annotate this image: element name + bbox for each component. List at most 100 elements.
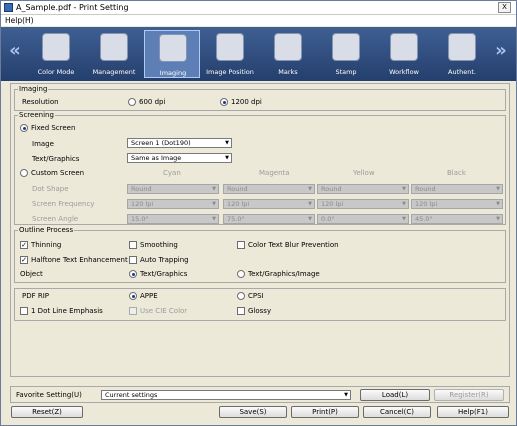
stamp-icon bbox=[332, 33, 360, 61]
screen-setting-value: 45.0° bbox=[415, 215, 433, 223]
screen-setting-select: 120 lpi ▼ bbox=[223, 199, 315, 209]
resolution-1200-label: 1200 dpi bbox=[231, 98, 262, 106]
resolution-1200-radio[interactable] bbox=[220, 98, 228, 106]
authentication-icon bbox=[448, 33, 476, 61]
tab-image-position[interactable]: Image Position bbox=[202, 30, 258, 78]
tab-color-mode[interactable]: Color Mode bbox=[28, 30, 84, 78]
scroll-left-icon[interactable]: « bbox=[9, 41, 21, 61]
object-text-graphics-image-label: Text/Graphics/Image bbox=[248, 270, 320, 278]
outline-process-group: Outline Process ✓ Thinning Smoothing Col… bbox=[14, 226, 506, 283]
screen-setting-select: 45.0° ▼ bbox=[411, 214, 503, 224]
imaging-icon bbox=[159, 34, 187, 62]
management-icon bbox=[100, 33, 128, 61]
screen-setting-value: 75.0° bbox=[227, 215, 245, 223]
pdf-rip-cpsi-radio[interactable] bbox=[237, 292, 245, 300]
screen-setting-value: Round bbox=[131, 185, 152, 193]
screen-setting-value: 120 lpi bbox=[321, 200, 344, 208]
tab-label: Authent. bbox=[448, 68, 476, 76]
fixed-screen-radio[interactable] bbox=[20, 124, 28, 132]
resolution-600-radio[interactable] bbox=[128, 98, 136, 106]
screening-group-title: Screening bbox=[18, 111, 55, 119]
cancel-button[interactable]: Cancel(C) bbox=[363, 406, 431, 418]
object-text-graphics-image-radio[interactable] bbox=[237, 270, 245, 278]
screen-setting-select: Round ▼ bbox=[223, 184, 315, 194]
chevron-down-icon: ▼ bbox=[212, 186, 216, 192]
save-button[interactable]: Save(S) bbox=[219, 406, 287, 418]
image-screen-select[interactable]: Screen 1 (Dot190) ▼ bbox=[127, 138, 232, 148]
menu-bar: Help(H) bbox=[1, 15, 516, 26]
color-mode-icon bbox=[42, 33, 70, 61]
reset-button[interactable]: Reset(Z) bbox=[11, 406, 83, 418]
settings-panel: Imaging Resolution 600 dpi 1200 dpi Scre… bbox=[10, 83, 510, 377]
screen-row-label: Screen Frequency bbox=[32, 200, 95, 208]
screen-row-label: Dot Shape bbox=[32, 185, 69, 193]
column-header: Black bbox=[447, 169, 466, 177]
help-button[interactable]: Help(F1) bbox=[437, 406, 509, 418]
tab-label: Management bbox=[92, 68, 136, 76]
text-graphics-screen-select[interactable]: Same as Image ▼ bbox=[127, 153, 232, 163]
custom-screen-radio[interactable] bbox=[20, 169, 28, 177]
screen-setting-select: Round ▼ bbox=[317, 184, 409, 194]
screen-setting-select: 120 lpi ▼ bbox=[127, 199, 219, 209]
fixed-screen-label: Fixed Screen bbox=[31, 124, 76, 132]
thinning-checkbox[interactable]: ✓ bbox=[20, 241, 28, 249]
chevron-down-icon: ▼ bbox=[308, 216, 312, 222]
print-setting-window: A_Sample.pdf - Print Setting X Help(H) «… bbox=[0, 0, 517, 426]
screen-setting-value: Round bbox=[321, 185, 342, 193]
auto-trapping-label: Auto Trapping bbox=[140, 256, 189, 264]
pdf-rip-appe-radio[interactable] bbox=[129, 292, 137, 300]
screen-setting-select: 0.0° ▼ bbox=[317, 214, 409, 224]
screen-setting-value: 120 lpi bbox=[131, 200, 154, 208]
imaging-group-title: Imaging bbox=[18, 85, 49, 93]
pdf-rip-group: PDF RIP APPE CPSI 1 Dot Line Emphasis Us… bbox=[14, 288, 506, 321]
tab-label: Imaging bbox=[159, 69, 187, 77]
object-text-graphics-radio[interactable] bbox=[129, 270, 137, 278]
chevron-down-icon: ▼ bbox=[496, 186, 500, 192]
screen-setting-select: Round ▼ bbox=[127, 184, 219, 194]
chevron-down-icon: ▼ bbox=[225, 155, 229, 161]
imaging-group: Imaging Resolution 600 dpi 1200 dpi bbox=[14, 85, 506, 111]
print-button[interactable]: Print(P) bbox=[291, 406, 359, 418]
one-dot-line-checkbox[interactable] bbox=[20, 307, 28, 315]
favorite-setting-label: Favorite Setting(U) bbox=[16, 391, 82, 399]
use-cie-color-label: Use CIE Color bbox=[140, 307, 188, 315]
color-text-blur-checkbox[interactable] bbox=[237, 241, 245, 249]
glossy-checkbox[interactable] bbox=[237, 307, 245, 315]
menu-help[interactable]: Help(H) bbox=[5, 16, 34, 25]
chevron-down-icon: ▼ bbox=[308, 201, 312, 207]
screen-setting-select: 120 lpi ▼ bbox=[317, 199, 409, 209]
tab-label: Workflow bbox=[389, 68, 419, 76]
chevron-down-icon: ▼ bbox=[496, 216, 500, 222]
halftone-text-checkbox[interactable]: ✓ bbox=[20, 256, 28, 264]
chevron-down-icon: ▼ bbox=[212, 216, 216, 222]
load-button[interactable]: Load(L) bbox=[360, 389, 430, 401]
auto-trapping-checkbox[interactable] bbox=[129, 256, 137, 264]
chevron-down-icon: ▼ bbox=[225, 140, 229, 146]
tab-workflow[interactable]: Workflow bbox=[376, 30, 432, 78]
tab-imaging[interactable]: Imaging bbox=[144, 30, 200, 78]
thinning-label: Thinning bbox=[31, 241, 62, 249]
image-screen-value: Screen 1 (Dot190) bbox=[131, 139, 191, 147]
favorite-setting-select[interactable]: Current settings ▼ bbox=[101, 390, 351, 400]
screen-setting-select: 75.0° ▼ bbox=[223, 214, 315, 224]
scroll-right-icon[interactable]: » bbox=[495, 41, 507, 61]
tab-authent[interactable]: Authent. bbox=[434, 30, 490, 78]
title-bar: A_Sample.pdf - Print Setting X bbox=[1, 1, 516, 15]
tab-marks[interactable]: Marks bbox=[260, 30, 316, 78]
favorite-setting-bar: Favorite Setting(U) Current settings ▼ Lo… bbox=[10, 386, 510, 403]
screen-setting-value: 0.0° bbox=[321, 215, 335, 223]
pdf-rip-label: PDF RIP bbox=[22, 292, 50, 300]
object-text-graphics-label: Text/Graphics bbox=[140, 270, 188, 278]
screen-setting-select: 120 lpi ▼ bbox=[411, 199, 503, 209]
close-button[interactable]: X bbox=[498, 2, 511, 13]
tab-management[interactable]: Management bbox=[86, 30, 142, 78]
tab-stamp[interactable]: Stamp bbox=[318, 30, 374, 78]
category-toolbar: « Color Mode Management Imaging Image Posit… bbox=[1, 27, 516, 81]
screen-row-label: Screen Angle bbox=[32, 215, 79, 223]
color-text-blur-label: Color Text Blur Prevention bbox=[248, 241, 339, 249]
resolution-600-label: 600 dpi bbox=[139, 98, 166, 106]
smoothing-checkbox[interactable] bbox=[129, 241, 137, 249]
column-header: Cyan bbox=[163, 169, 181, 177]
tab-label: Color Mode bbox=[37, 68, 75, 76]
screen-setting-value: Round bbox=[227, 185, 248, 193]
